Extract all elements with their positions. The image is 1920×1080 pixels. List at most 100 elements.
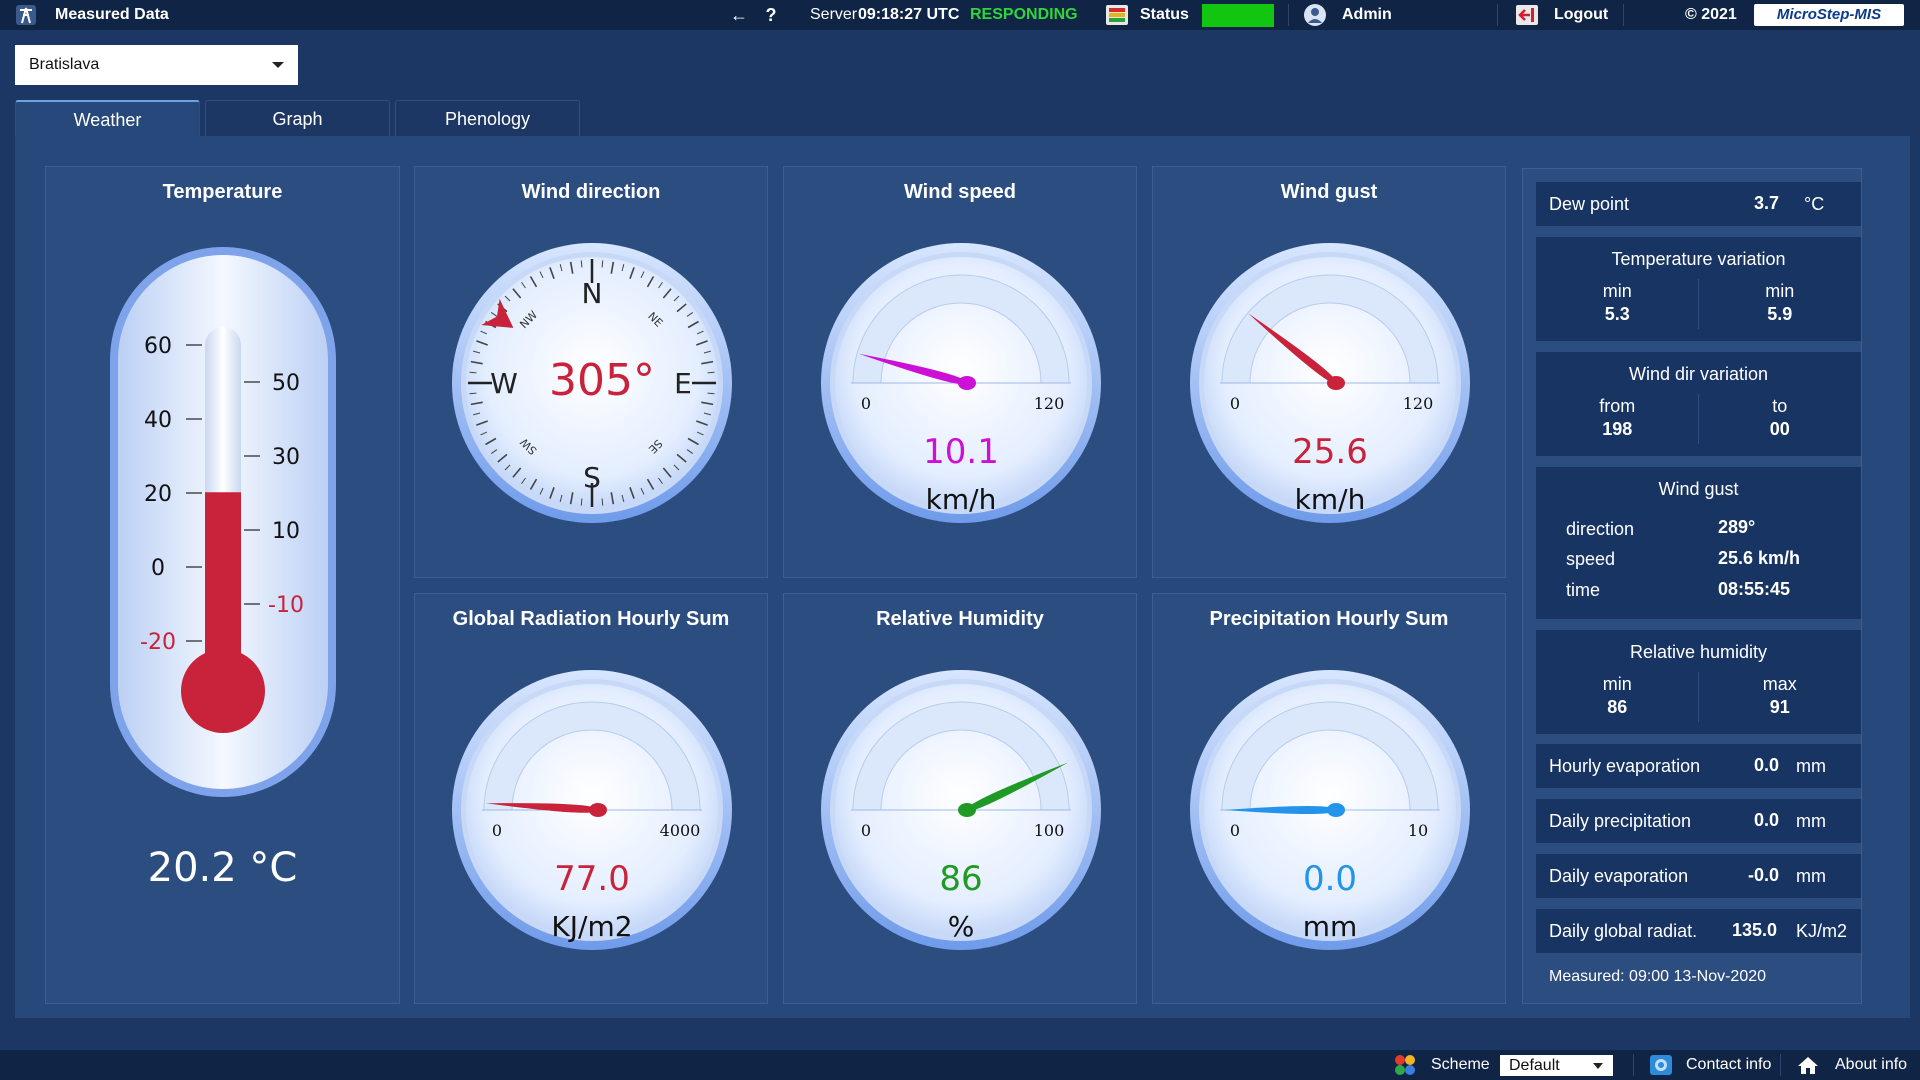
divider <box>1497 4 1498 26</box>
thermometer-tick-label: -10 <box>268 593 304 618</box>
box-title: Wind gust <box>1658 479 1739 499</box>
divider <box>1288 4 1289 26</box>
compass-tick <box>580 498 583 506</box>
gauge-needle-hub <box>589 803 607 817</box>
scheme-select-value: Default <box>1509 1057 1560 1074</box>
status-indicator[interactable] <box>1202 4 1274 27</box>
compass-tick <box>469 392 477 395</box>
back-arrow-icon[interactable]: ← <box>728 0 750 30</box>
gauge-min-label: 0 <box>861 821 871 840</box>
temperature-readout: 20.2 °C <box>147 845 298 891</box>
thermometer-tick-label: 30 <box>272 445 300 470</box>
tab-graph[interactable]: Graph <box>205 100 390 136</box>
contact-info-link[interactable]: Contact info <box>1686 1050 1771 1080</box>
compass-tick <box>469 371 477 374</box>
user-name[interactable]: Admin <box>1342 0 1392 30</box>
server-time: 09:18:27 UTC <box>858 6 960 23</box>
value: 08:55:45 <box>1718 579 1791 599</box>
daily-evaporation-box: Daily evaporation -0.0 mm <box>1536 854 1861 898</box>
rel-humidity-max: max 91 <box>1699 674 1862 718</box>
logout-button[interactable]: Logout <box>1554 0 1608 30</box>
scheme-select[interactable]: Default <box>1500 1055 1613 1076</box>
unit: mm <box>1796 756 1826 776</box>
divider <box>1780 1054 1781 1076</box>
label: max <box>1762 674 1797 694</box>
wind-gust-gauge: 0 120 25.6 km/h <box>1190 243 1470 523</box>
label: direction <box>1566 519 1635 539</box>
compass-tick <box>601 260 604 268</box>
dew-point-unit: °C <box>1804 194 1825 214</box>
thermometer-tick-label: 10 <box>272 519 300 544</box>
precipitation-gauge: 0 10 0.0 mm <box>1190 670 1470 950</box>
thermometer-tick-label: 0 <box>151 556 165 581</box>
value: 86 <box>1607 697 1628 717</box>
compass-tick <box>580 260 583 268</box>
compass-tick <box>707 371 715 374</box>
dew-point-value: 3.7 <box>1754 193 1780 213</box>
contact-icon[interactable] <box>1650 1055 1672 1075</box>
gauge-max-label: 4000 <box>660 821 701 840</box>
compass-gauge: NSEWNESESWNW305° <box>452 243 732 523</box>
thermometer-tick-label: 50 <box>272 371 300 396</box>
wind-dir-variation-to: to 00 <box>1699 396 1862 440</box>
gauge-unit-label: mm <box>1303 910 1358 943</box>
gauge-min-label: 0 <box>492 821 502 840</box>
divider <box>1623 4 1624 26</box>
label: to <box>1772 396 1788 416</box>
temp-variation-right: min 5.9 <box>1699 281 1862 325</box>
label: Hourly evaporation <box>1549 756 1701 776</box>
unit: KJ/m2 <box>1796 921 1848 941</box>
temp-variation-left: min 5.3 <box>1536 281 1699 325</box>
divider <box>1633 1054 1634 1076</box>
wind-dir-variation-box: Wind dir variation from 198 to 00 <box>1536 352 1861 456</box>
server-label: Server <box>810 6 858 23</box>
dew-point-label: Dew point <box>1549 194 1630 214</box>
gauge-needle-hub <box>958 803 976 817</box>
gauge-unit-label: km/h <box>1295 483 1366 516</box>
user-icon <box>1304 4 1326 26</box>
gauge-value-label: 77.0 <box>554 859 630 899</box>
label: from <box>1599 396 1636 416</box>
about-info-link[interactable]: About info <box>1835 1050 1907 1080</box>
value: 0.0 <box>1754 755 1780 775</box>
wind-gust-box: Wind gust direction 289° speed 25.6 km/h… <box>1536 467 1861 619</box>
label: time <box>1566 580 1601 600</box>
gauge-min-label: 0 <box>1230 821 1240 840</box>
compass-tick <box>601 498 604 506</box>
precipitation-card: Precipitation Hourly Sum 0 10 0.0 mm <box>1152 593 1506 1004</box>
chevron-down-icon <box>272 62 284 68</box>
gauge-unit-label: KJ/m2 <box>551 910 632 943</box>
station-select[interactable]: Bratislava <box>15 45 298 85</box>
value: 91 <box>1769 697 1790 717</box>
home-icon[interactable] <box>1797 1055 1819 1075</box>
thermometer-tick-label: 60 <box>144 334 172 359</box>
company-logo[interactable]: MicroStep-MIS <box>1754 4 1904 26</box>
bottom-bar: Scheme Default Contact info About info <box>0 1050 1920 1080</box>
gauge-value-label: 10.1 <box>923 432 999 472</box>
value: 135.0 <box>1732 920 1778 940</box>
value: 0.0 <box>1754 810 1780 830</box>
wind-speed-gauge: 0 120 10.1 km/h <box>821 243 1101 523</box>
tab-weather[interactable]: Weather <box>15 100 200 136</box>
gauge-needle-hub <box>958 376 976 390</box>
unit: mm <box>1796 811 1826 831</box>
rel-humidity-min: min 86 <box>1536 674 1699 718</box>
gauge-value-label: 0.0 <box>1303 859 1357 899</box>
wind-dir-variation-from: from 198 <box>1536 396 1699 440</box>
gauge-max-label: 10 <box>1408 821 1428 840</box>
temperature-card: Temperature 60 40 20 0 -20 50 30 10 -10 20.2 °C <box>45 166 400 1004</box>
logout-icon[interactable] <box>1516 5 1538 25</box>
help-icon[interactable]: ? <box>762 0 780 30</box>
tab-phenology[interactable]: Phenology <box>395 100 580 136</box>
copyright: © 2021 <box>1685 6 1737 23</box>
measured-timestamp: Measured: 09:00 13-Nov-2020 <box>1549 968 1767 985</box>
value: 198 <box>1602 419 1633 439</box>
station-select-value: Bratislava <box>29 56 100 73</box>
rel-humidity-box: Relative humidity min 86 max 91 <box>1536 630 1861 734</box>
thermometer-tick-label: -20 <box>140 630 176 655</box>
compass-tick <box>707 392 715 395</box>
label: Daily precipitation <box>1549 811 1692 831</box>
compass-east-label: E <box>674 367 692 400</box>
box-title: Relative humidity <box>1629 642 1768 662</box>
value: 25.6 km/h <box>1718 548 1801 568</box>
